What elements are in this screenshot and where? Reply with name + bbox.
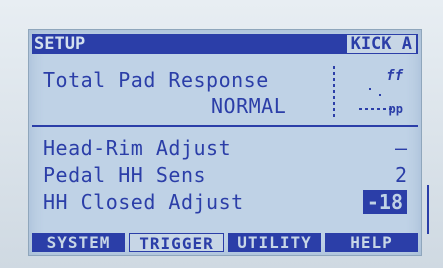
tab-system[interactable]: SYSTEM xyxy=(32,233,125,252)
lcd-screen: SETUP KICK A Total Pad Response NORMAL f… xyxy=(28,29,429,256)
tab-utility[interactable]: UTILITY xyxy=(228,233,321,252)
curve-label-ff: ff xyxy=(386,68,403,84)
curve-baseline xyxy=(359,108,393,110)
pedal-hh-sens-label: Pedal HH Sens xyxy=(43,163,207,187)
pedal-hh-sens-value[interactable]: 2 xyxy=(395,163,407,187)
head-rim-adjust-value[interactable]: — xyxy=(395,136,407,160)
kit-indicator: KICK A xyxy=(346,35,416,53)
tab-trigger[interactable]: TRIGGER xyxy=(129,233,224,253)
hh-closed-adjust-value[interactable]: -18 xyxy=(362,190,407,214)
total-pad-response-value[interactable]: NORMAL xyxy=(211,94,286,118)
tab-help[interactable]: HELP xyxy=(325,233,418,252)
page-title: SETUP xyxy=(34,34,86,54)
head-rim-adjust-label: Head-Rim Adjust xyxy=(43,136,232,160)
hh-closed-adjust-selected[interactable]: -18 xyxy=(362,190,407,214)
response-curve-graph: ff pp xyxy=(359,68,403,116)
total-pad-response-label: Total Pad Response xyxy=(43,68,269,92)
curve-dot xyxy=(379,94,381,96)
title-bar: SETUP KICK A xyxy=(32,34,418,54)
hh-closed-adjust-label: HH Closed Adjust xyxy=(43,190,244,214)
section-divider xyxy=(32,125,418,127)
scrollbar[interactable] xyxy=(427,185,429,234)
function-tabs: SYSTEM TRIGGER UTILITY HELP xyxy=(32,233,418,253)
curve-separator xyxy=(333,66,335,120)
curve-dot xyxy=(369,88,371,90)
